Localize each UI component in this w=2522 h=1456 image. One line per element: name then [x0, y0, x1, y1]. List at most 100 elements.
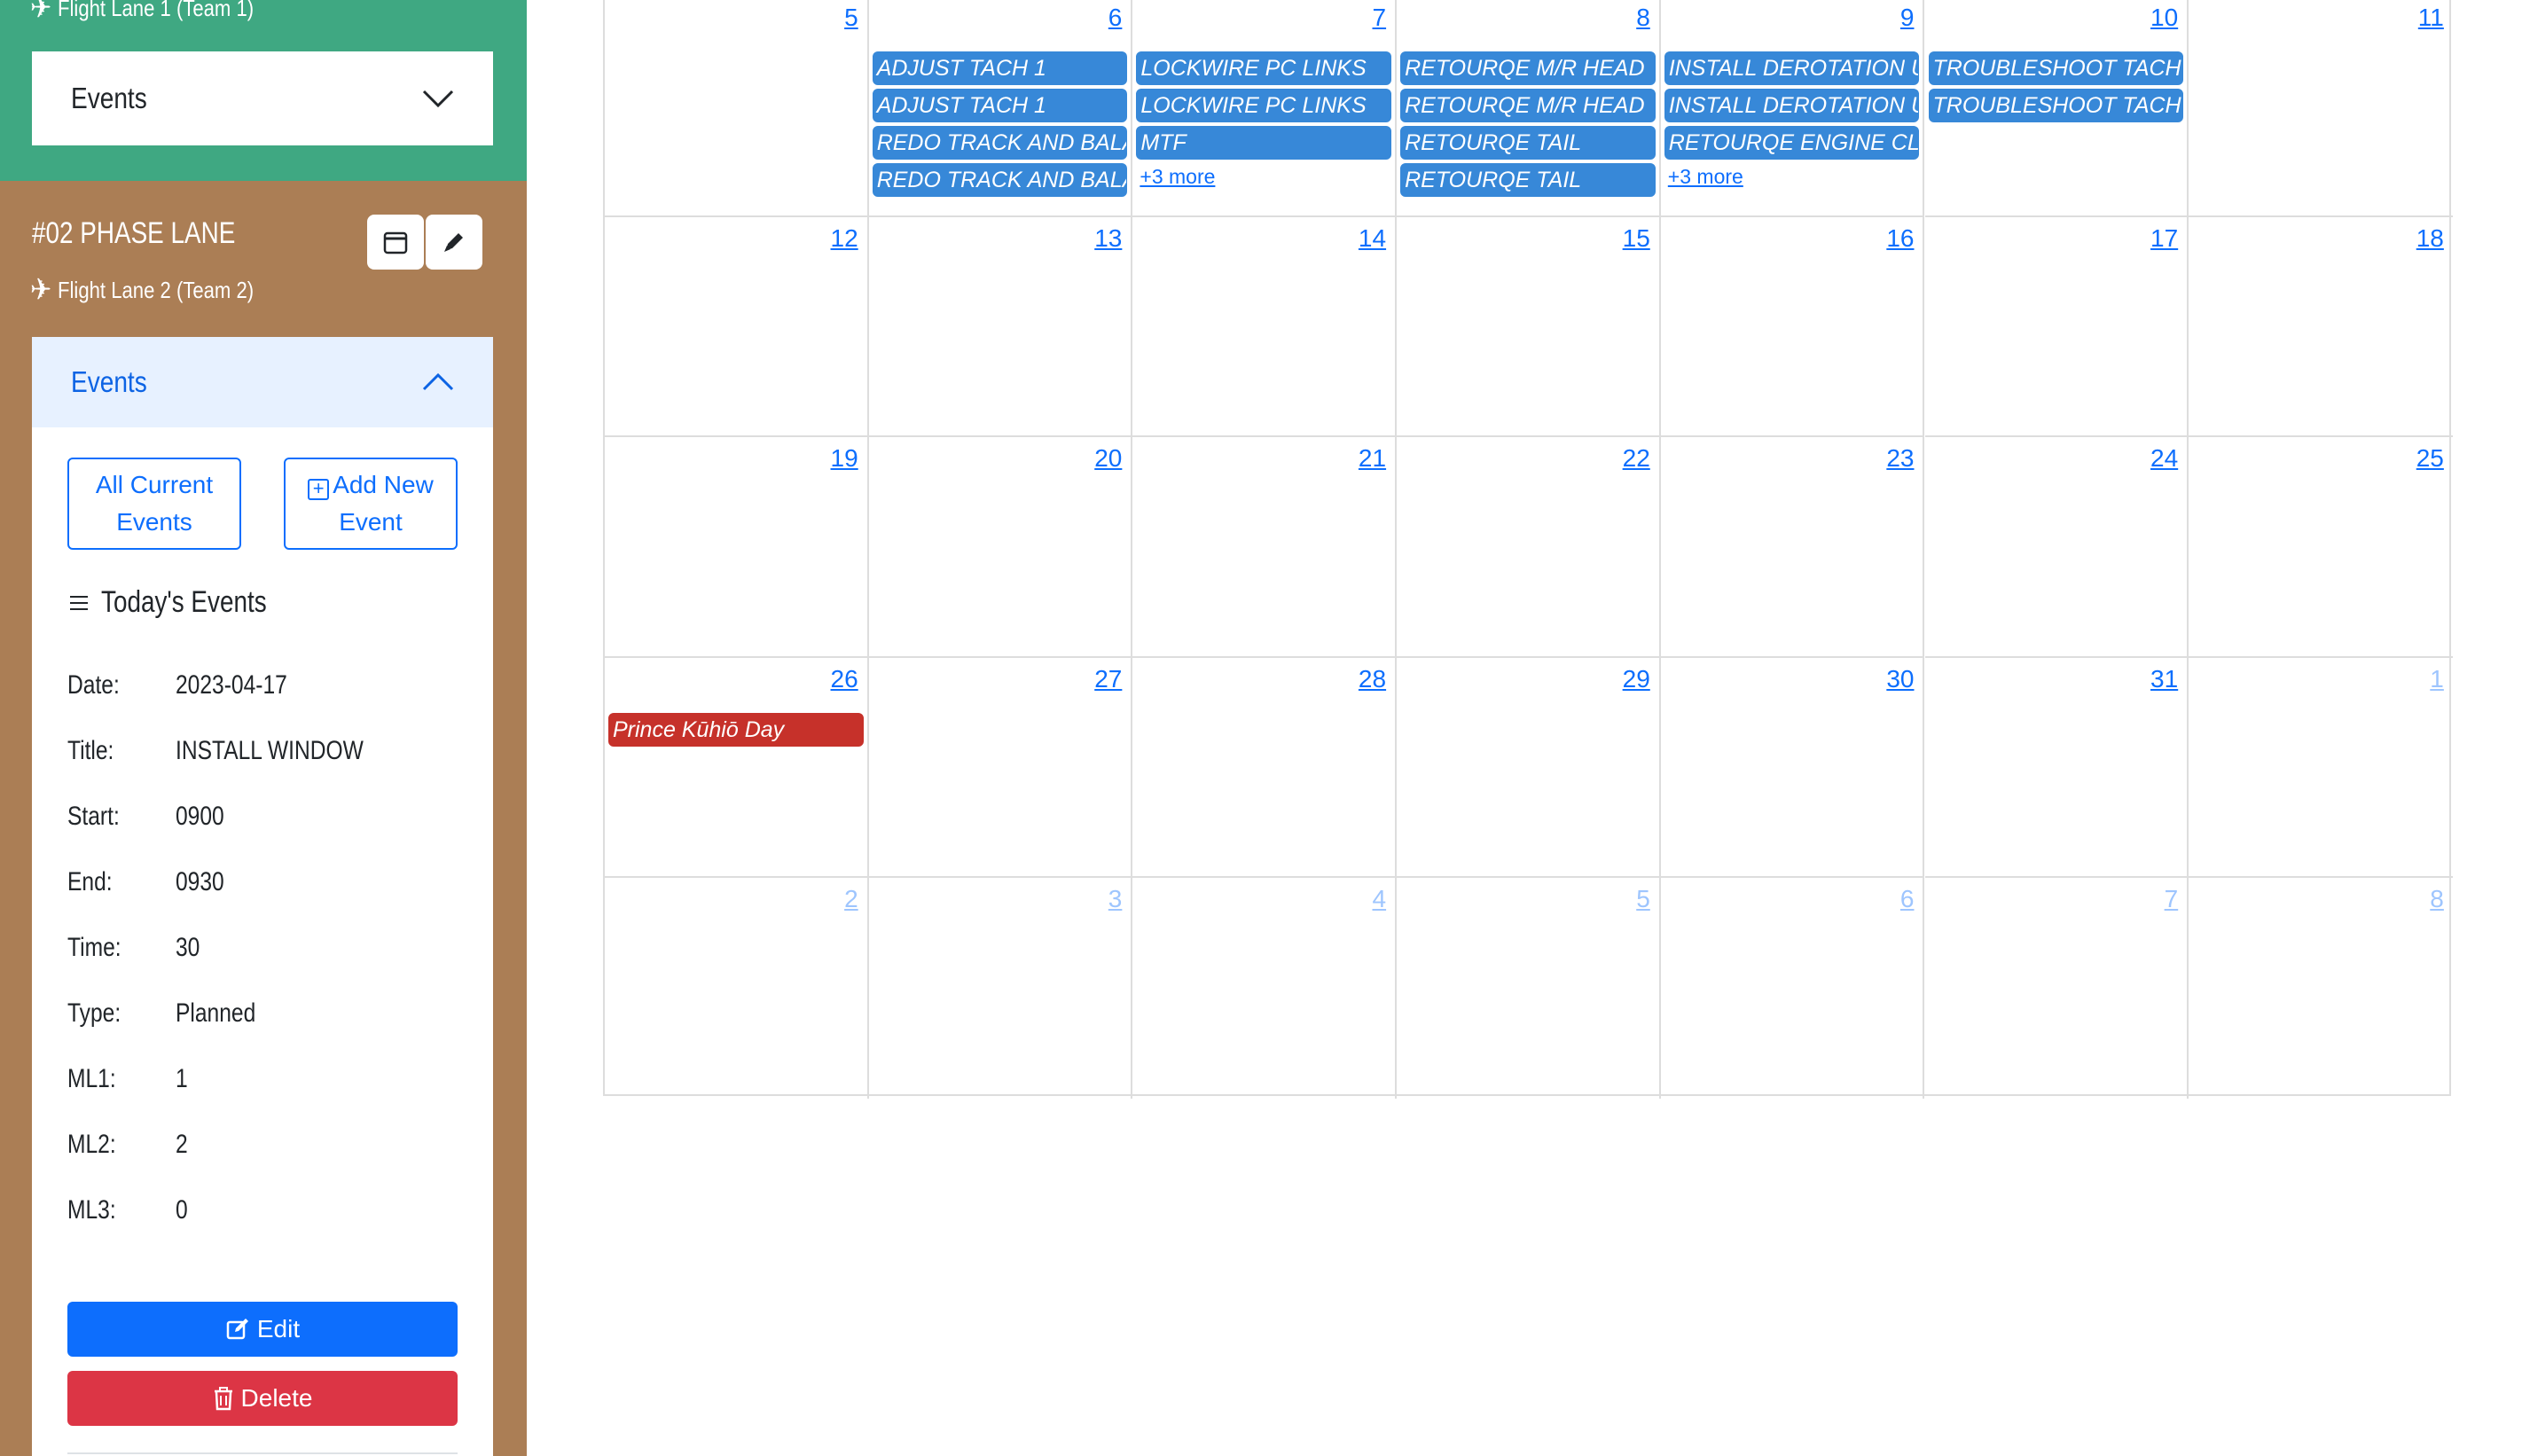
lane1-events-accordion[interactable]: Events [32, 51, 493, 145]
day-number-link[interactable]: 10 [2150, 4, 2178, 32]
day-number-link[interactable]: 7 [1373, 4, 1387, 32]
calendar-event[interactable]: ADJUST TACH 1 [872, 89, 1128, 122]
day-number-link[interactable]: 6 [1108, 4, 1123, 32]
add-new-event-button[interactable]: + Add New Event [284, 458, 458, 550]
calendar-event[interactable]: INSTALL DEROTATION UNIT [1664, 51, 1920, 85]
calendar-event[interactable]: MTF [1136, 126, 1392, 160]
day-number-link[interactable]: 3 [1108, 885, 1123, 913]
day-cell[interactable]: 16 [1660, 216, 1925, 438]
day-number-link[interactable]: 12 [831, 224, 858, 253]
day-cell[interactable]: 1 [2189, 658, 2453, 879]
day-number-link[interactable]: 31 [2150, 665, 2178, 693]
day-number-link[interactable]: 13 [1094, 224, 1122, 253]
day-cell[interactable]: 8 [2189, 878, 2453, 1099]
day-cell[interactable]: 4 [1132, 878, 1398, 1099]
day-cell[interactable]: 22 [1397, 437, 1661, 658]
lane2-title: #02 PHASE LANE [32, 216, 236, 250]
day-cell[interactable]: 7 LOCKWIRE PC LINKS LOCKWIRE PC LINKS MTF +3… [1132, 0, 1398, 217]
day-cell[interactable]: 8 RETOURQE M/R HEAD RETOURQE M/R HEAD RETOU… [1397, 0, 1661, 217]
calendar-event[interactable]: RETOURQE TAIL [1400, 163, 1656, 197]
day-number-link[interactable]: 5 [844, 4, 858, 32]
day-cell[interactable]: 24 [1924, 437, 2189, 658]
day-number-link[interactable]: 8 [1636, 4, 1650, 32]
calendar-event[interactable]: TROUBLESHOOT TACH 3 [1928, 51, 2184, 85]
edit-event-button[interactable]: Edit [67, 1302, 458, 1357]
calendar-event[interactable]: RETOURQE M/R HEAD [1400, 51, 1656, 85]
day-number-link[interactable]: 5 [1636, 885, 1650, 913]
day-cell[interactable]: 2 [605, 878, 869, 1099]
day-number-link[interactable]: 25 [2416, 444, 2444, 473]
day-cell[interactable]: 6 ADJUST TACH 1 ADJUST TACH 1 REDO TRACK AN… [868, 0, 1133, 217]
day-number-link[interactable]: 30 [1886, 665, 1914, 693]
day-cell[interactable]: 25 [2189, 437, 2453, 658]
day-number-link[interactable]: 16 [1886, 224, 1914, 253]
calendar-event[interactable]: RETOURQE TAIL [1400, 126, 1656, 160]
day-cell[interactable]: 17 [1924, 216, 2189, 438]
day-number-link[interactable]: 6 [1900, 885, 1915, 913]
more-events-link[interactable]: +3 more [1668, 165, 1743, 189]
day-number-link[interactable]: 26 [831, 665, 858, 693]
day-number-link[interactable]: 19 [831, 444, 858, 473]
calendar-event[interactable]: REDO TRACK AND BALANCE [872, 163, 1128, 197]
edit-icon [226, 1319, 248, 1340]
day-cell[interactable]: 7 [1925, 878, 2189, 1099]
day-cell[interactable]: 13 [868, 216, 1133, 438]
day-cell[interactable]: 6 [1661, 878, 1925, 1099]
day-cell[interactable]: 10 TROUBLESHOOT TACH 3 TROUBLESHOOT TACH 3 [1924, 0, 2189, 217]
day-number-link[interactable]: 8 [2430, 885, 2444, 913]
day-number-link[interactable]: 27 [1094, 665, 1122, 693]
all-current-events-button[interactable]: All Current Events [67, 458, 241, 550]
day-number-link[interactable]: 2 [844, 885, 858, 913]
day-cell[interactable]: 26 Prince Kūhiō Day [605, 657, 869, 879]
more-events-link[interactable]: +3 more [1140, 165, 1215, 189]
delete-event-button[interactable]: Delete [67, 1371, 458, 1426]
lane2-events-accordion[interactable]: Events [32, 337, 493, 427]
calendar-event[interactable]: TROUBLESHOOT TACH 3 [1928, 89, 2184, 122]
day-cell[interactable]: 14 [1132, 216, 1398, 438]
calendar-event[interactable]: ADJUST TACH 1 [872, 51, 1128, 85]
day-cell[interactable]: 29 [1397, 657, 1661, 879]
day-number-link[interactable]: 1 [2430, 665, 2444, 693]
day-cell[interactable]: 18 [2189, 217, 2453, 438]
day-number-link[interactable]: 29 [1623, 665, 1650, 693]
calendar-event[interactable]: REDO TRACK AND BALANCE [872, 126, 1128, 160]
day-number-link[interactable]: 4 [1373, 885, 1387, 913]
day-cell[interactable]: 11 [2189, 0, 2453, 217]
day-number-link[interactable]: 14 [1359, 224, 1386, 253]
calendar-event[interactable]: RETOURQE M/R HEAD [1400, 89, 1656, 122]
edit-lane-button[interactable] [426, 215, 482, 270]
day-cell[interactable]: 3 [869, 878, 1133, 1099]
day-cell[interactable]: 31 [1924, 657, 2189, 879]
day-cell[interactable]: 23 [1660, 437, 1925, 658]
day-number-link[interactable]: 21 [1359, 444, 1386, 473]
day-number-link[interactable]: 7 [2165, 885, 2179, 913]
day-number-link[interactable]: 9 [1900, 4, 1915, 32]
day-number-link[interactable]: 22 [1623, 444, 1650, 473]
day-number-link[interactable]: 17 [2150, 224, 2178, 253]
calendar-event[interactable]: INSTALL DEROTATION UNIT [1664, 89, 1920, 122]
calendar-view-button[interactable] [367, 215, 424, 270]
day-number-link[interactable]: 23 [1886, 444, 1914, 473]
calendar-event[interactable]: RETOURQE ENGINE CLAMP [1664, 126, 1920, 160]
day-number-link[interactable]: 24 [2150, 444, 2178, 473]
calendar-event[interactable]: LOCKWIRE PC LINKS [1136, 89, 1392, 122]
list-icon [70, 595, 88, 610]
calendar-event[interactable]: LOCKWIRE PC LINKS [1136, 51, 1392, 85]
day-cell[interactable]: 5 [605, 0, 869, 217]
day-number-link[interactable]: 18 [2416, 224, 2444, 253]
day-cell[interactable]: 5 [1397, 878, 1661, 1099]
day-cell[interactable]: 27 [868, 657, 1133, 879]
day-cell[interactable]: 30 [1660, 657, 1925, 879]
day-cell[interactable]: 20 [868, 437, 1133, 658]
day-cell[interactable]: 12 [605, 216, 869, 438]
day-number-link[interactable]: 28 [1359, 665, 1386, 693]
day-number-link[interactable]: 15 [1623, 224, 1650, 253]
day-cell[interactable]: 9 INSTALL DEROTATION UNIT INSTALL DEROTATI… [1660, 0, 1925, 217]
day-cell[interactable]: 19 [605, 437, 869, 658]
holiday-event[interactable]: Prince Kūhiō Day [608, 712, 864, 747]
day-cell[interactable]: 15 [1397, 216, 1661, 438]
day-number-link[interactable]: 11 [2418, 4, 2444, 32]
day-cell[interactable]: 21 [1132, 437, 1398, 658]
day-number-link[interactable]: 20 [1094, 444, 1122, 473]
day-cell[interactable]: 28 [1132, 657, 1398, 879]
